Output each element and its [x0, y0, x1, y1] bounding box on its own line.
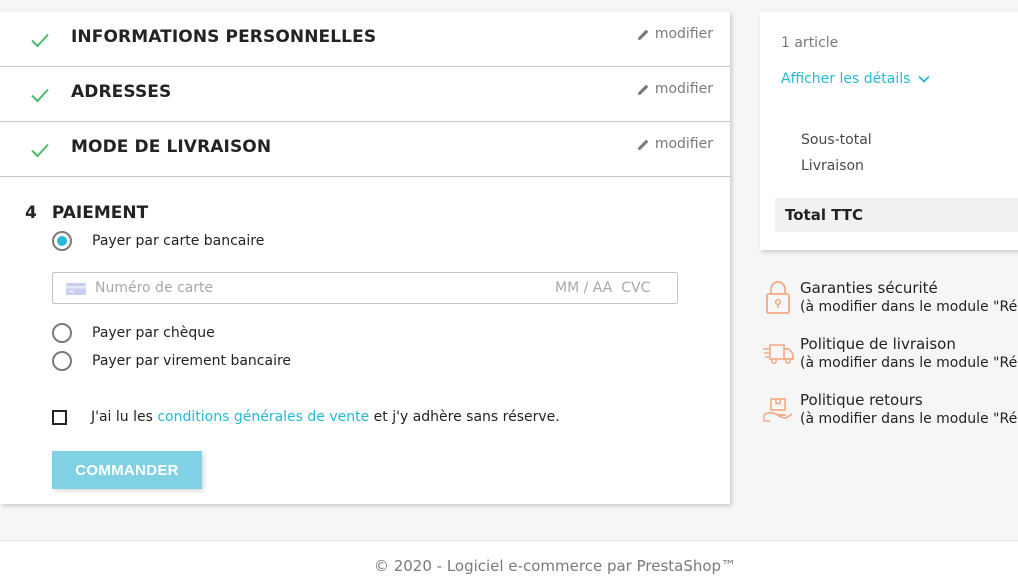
- edit-label: modifier: [654, 136, 713, 152]
- terms-text-after: et j'y adhère sans réserve.: [369, 409, 560, 425]
- edit-personal-info-link[interactable]: modifier: [637, 26, 713, 42]
- check-icon: [31, 33, 49, 48]
- reassurance-title: Politique de livraison: [800, 335, 956, 353]
- radio-button[interactable]: [52, 351, 72, 371]
- payment-option-label: Payer par chèque: [92, 325, 215, 341]
- payment-option-bank-transfer[interactable]: Payer par virement bancaire: [52, 351, 291, 371]
- total-row: Total TTC: [775, 198, 1018, 232]
- check-icon: [31, 88, 49, 103]
- reassurance-subtitle: (à modifier dans le module "Ré: [800, 299, 1018, 315]
- edit-shipping-link[interactable]: modifier: [637, 136, 713, 152]
- article-count: 1 article: [781, 35, 839, 51]
- radio-button[interactable]: [52, 323, 72, 343]
- payment-option-label: Payer par virement bancaire: [92, 353, 292, 369]
- reassurance-subtitle: (à modifier dans le module "Ré: [800, 355, 1018, 371]
- subtotal-label: Sous-total: [801, 132, 872, 148]
- payment-option-card[interactable]: Payer par carte bancaire: [52, 231, 264, 251]
- step-addresses[interactable]: ADRESSES modifier: [0, 67, 730, 122]
- show-details-label: Afficher les détails: [781, 71, 911, 87]
- reassurance-subtitle: (à modifier dans le module "Ré: [800, 411, 1018, 427]
- step-personal-info[interactable]: INFORMATIONS PERSONNELLES modifier: [0, 12, 730, 67]
- return-package-icon: [763, 398, 793, 422]
- payment-section: 4 PAIEMENT Payer par carte bancaire Numér…: [0, 177, 730, 489]
- payment-option-cheque[interactable]: Payer par chèque: [52, 323, 215, 343]
- payment-option-label: Payer par carte bancaire: [92, 233, 265, 249]
- check-icon: [31, 143, 49, 158]
- step-title: ADRESSES: [71, 82, 172, 102]
- step-title: PAIEMENT: [51, 203, 149, 223]
- terms-checkbox[interactable]: [52, 409, 67, 425]
- reassurance-title: Politique retours: [800, 391, 923, 409]
- total-label: Total TTC: [785, 206, 864, 224]
- step-title: INFORMATIONS PERSONNELLES: [71, 27, 377, 47]
- reassurance-title: Garanties sécurité: [800, 279, 938, 297]
- terms-text-before: J'ai lu les: [91, 409, 158, 425]
- pencil-icon: [637, 29, 649, 40]
- chevron-down-icon: [918, 75, 931, 83]
- edit-label: modifier: [654, 26, 713, 42]
- credit-card-icon: [66, 283, 86, 295]
- show-details-link[interactable]: Afficher les détails: [781, 71, 931, 87]
- terms-link[interactable]: conditions générales de vente: [157, 409, 369, 425]
- expiry-cvc-placeholder: MM / AA CVC: [555, 280, 651, 296]
- payment-title: 4 PAIEMENT: [25, 203, 148, 223]
- cart-summary: 1 article Afficher les détails Sous-tota…: [760, 12, 1018, 250]
- shipping-label: Livraison: [801, 158, 864, 174]
- edit-addresses-link[interactable]: modifier: [637, 81, 713, 97]
- card-number-placeholder: Numéro de carte: [95, 280, 214, 296]
- edit-label: modifier: [654, 81, 713, 97]
- pencil-icon: [637, 139, 649, 150]
- lock-icon: [766, 281, 790, 314]
- checkout-steps-panel: INFORMATIONS PERSONNELLES modifier ADRES…: [0, 12, 730, 504]
- step-number: 4: [25, 203, 37, 223]
- step-shipping-method[interactable]: MODE DE LIVRAISON modifier: [0, 122, 730, 177]
- delivery-truck-icon: [763, 344, 794, 364]
- terms-text: J'ai lu les conditions générales de vent…: [91, 409, 560, 425]
- footer-copyright: © 2020 - Logiciel e-commerce par PrestaS…: [373, 557, 737, 575]
- step-title: MODE DE LIVRAISON: [71, 137, 272, 157]
- terms-agreement: J'ai lu les conditions générales de vent…: [52, 409, 560, 425]
- pencil-icon: [637, 84, 649, 95]
- radio-button[interactable]: [52, 231, 72, 251]
- order-button[interactable]: COMMANDER: [52, 451, 202, 489]
- card-number-input[interactable]: Numéro de carte MM / AA CVC: [52, 272, 678, 304]
